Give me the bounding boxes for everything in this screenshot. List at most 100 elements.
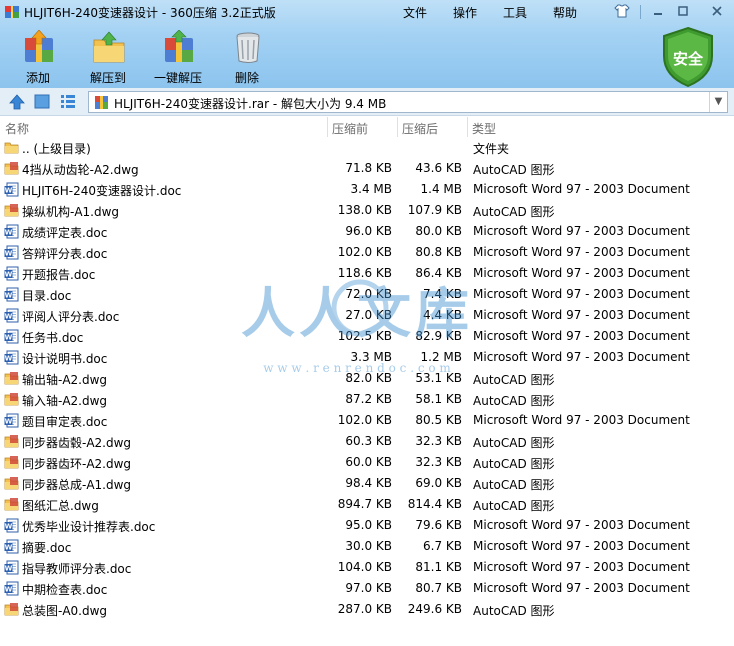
file-row[interactable]: W HLJIT6H-240变速器设计.doc 3.4 MB 1.4 MB Microso…: [0, 179, 734, 200]
file-row[interactable]: W 指导教师评分表.doc 104.0 KB 81.1 KB Microsoft Wor…: [0, 557, 734, 578]
menu-operations[interactable]: 操作: [453, 4, 477, 21]
column-header-original-size[interactable]: 压缩前: [332, 120, 368, 137]
file-row[interactable]: W 目录.doc 72.0 KB 7.4 KB Microsoft Word 97 - …: [0, 284, 734, 305]
svg-text:W: W: [5, 523, 13, 531]
file-row[interactable]: W 设计说明书.doc 3.3 MB 1.2 MB Microsoft Word 97 …: [0, 347, 734, 368]
file-type: AutoCAD 图形: [473, 478, 555, 492]
autocad-file-icon: [4, 497, 19, 512]
file-row[interactable]: W 中期检查表.doc 97.0 KB 80.7 KB Microsoft Word 9…: [0, 578, 734, 599]
file-type: 文件夹: [473, 142, 510, 156]
autocad-file-icon: [4, 392, 19, 407]
file-compressed-size: 82.9 KB: [415, 329, 462, 343]
file-row[interactable]: 4挡从动齿轮-A2.dwg 71.8 KB 43.6 KB AutoCAD 图形: [0, 158, 734, 179]
file-row[interactable]: 操纵机构-A1.dwg 138.0 KB 107.9 KB AutoCAD 图形: [0, 200, 734, 221]
file-row[interactable]: 输出轴-A2.dwg 82.0 KB 53.1 KB AutoCAD 图形: [0, 368, 734, 389]
column-header-type[interactable]: 类型: [472, 120, 496, 137]
skin-shirt-icon[interactable]: [611, 2, 633, 20]
word-document-icon: W: [4, 329, 19, 344]
file-compressed-size: 4.4 KB: [423, 308, 462, 322]
file-compressed-size: 79.6 KB: [415, 518, 462, 532]
file-row[interactable]: 输入轴-A2.dwg 87.2 KB 58.1 KB AutoCAD 图形: [0, 389, 734, 410]
file-type: AutoCAD 图形: [473, 604, 555, 618]
file-compressed-size: 86.4 KB: [415, 266, 462, 280]
file-compressed-size: 32.3 KB: [415, 434, 462, 448]
file-row[interactable]: 同步器齿环-A2.dwg 60.0 KB 32.3 KB AutoCAD 图形: [0, 452, 734, 473]
file-type: AutoCAD 图形: [473, 163, 555, 177]
file-row[interactable]: W 题目审定表.doc 102.0 KB 80.5 KB Microsoft Word …: [0, 410, 734, 431]
file-name: 同步器齿毂-A2.dwg: [22, 436, 132, 450]
archive-file-icon: [95, 96, 108, 109]
column-divider[interactable]: [327, 117, 328, 137]
column-header-name[interactable]: 名称: [5, 120, 29, 137]
file-compressed-size: 814.4 KB: [407, 497, 462, 511]
extract-to-button-label: 解压到: [89, 71, 126, 85]
file-name: 题目审定表.doc: [22, 415, 108, 429]
file-name: 同步器齿环-A2.dwg: [22, 457, 132, 471]
file-name: 指导教师评分表.doc: [22, 562, 132, 576]
delete-button[interactable]: 删除: [212, 30, 282, 86]
column-divider[interactable]: [467, 117, 468, 137]
address-bar-row: HLJIT6H-240变速器设计.rar - 解包大小为 9.4 MB ▼: [0, 88, 734, 116]
file-row[interactable]: 同步器总成-A1.dwg 98.4 KB 69.0 KB AutoCAD 图形: [0, 473, 734, 494]
detail-list-view-icon[interactable]: [60, 94, 76, 109]
file-type: AutoCAD 图形: [473, 436, 555, 450]
file-compressed-size: 53.1 KB: [415, 371, 462, 385]
extract-folder-icon: [93, 31, 125, 63]
extract-to-button[interactable]: 解压到: [73, 30, 143, 86]
word-document-icon: W: [4, 182, 19, 197]
file-name: 摘要.doc: [22, 541, 72, 555]
column-header-compressed-size[interactable]: 压缩后: [402, 120, 438, 137]
svg-text:W: W: [5, 544, 13, 552]
file-type: Microsoft Word 97 - 2003 Document: [473, 224, 690, 238]
file-row[interactable]: W 优秀毕业设计推荐表.doc 95.0 KB 79.6 KB Microsoft Wo…: [0, 515, 734, 536]
menu-tools[interactable]: 工具: [503, 4, 527, 21]
file-row[interactable]: W 成绩评定表.doc 96.0 KB 80.0 KB Microsoft Word 9…: [0, 221, 734, 242]
path-dropdown-chevron-icon[interactable]: ▼: [709, 92, 727, 112]
close-button[interactable]: [706, 2, 728, 20]
file-row[interactable]: W 开题报告.doc 118.6 KB 86.4 KB Microsoft Word 9…: [0, 263, 734, 284]
menu-help[interactable]: 帮助: [553, 4, 577, 21]
file-compressed-size: 1.2 MB: [420, 350, 462, 364]
file-list-header: 名称 压缩前 压缩后 类型: [0, 117, 734, 137]
menu-file[interactable]: 文件: [403, 4, 427, 21]
file-name: 目录.doc: [22, 289, 72, 303]
archive-path-text: HLJIT6H-240变速器设计.rar - 解包大小为 9.4 MB: [114, 97, 387, 111]
file-name: 4挡从动齿轮-A2.dwg: [22, 163, 139, 177]
file-row[interactable]: W 任务书.doc 102.5 KB 82.9 KB Microsoft Word 97…: [0, 326, 734, 347]
column-divider[interactable]: [397, 117, 398, 137]
file-row[interactable]: .. (上级目录) 文件夹: [0, 137, 734, 158]
add-button[interactable]: 添加: [3, 30, 73, 86]
file-row[interactable]: 同步器齿毂-A2.dwg 60.3 KB 32.3 KB AutoCAD 图形: [0, 431, 734, 452]
large-icon-view-icon[interactable]: [34, 94, 50, 109]
security-shield-badge[interactable]: 安全: [660, 26, 716, 88]
delete-button-label: 删除: [234, 71, 259, 85]
file-type: Microsoft Word 97 - 2003 Document: [473, 329, 690, 343]
up-arrow-icon[interactable]: [8, 93, 26, 111]
file-compressed-size: 80.5 KB: [415, 413, 462, 427]
minimize-button[interactable]: [647, 2, 669, 20]
file-compressed-size: 69.0 KB: [415, 476, 462, 490]
file-name: 评阅人评分表.doc: [22, 310, 120, 324]
autocad-file-icon: [4, 455, 19, 470]
maximize-button[interactable]: [672, 2, 694, 20]
file-row[interactable]: 图纸汇总.dwg 894.7 KB 814.4 KB AutoCAD 图形: [0, 494, 734, 515]
archive-path-field[interactable]: HLJIT6H-240变速器设计.rar - 解包大小为 9.4 MB ▼: [88, 91, 728, 113]
titlebar-divider: [640, 5, 641, 19]
file-name: 优秀毕业设计推荐表.doc: [22, 520, 156, 534]
file-name: 成绩评定表.doc: [22, 226, 108, 240]
file-row[interactable]: 总装图-A0.dwg 287.0 KB 249.6 KB AutoCAD 图形: [0, 599, 734, 620]
file-row[interactable]: W 摘要.doc 30.0 KB 6.7 KB Microsoft Word 97 - …: [0, 536, 734, 557]
one-click-extract-button[interactable]: 一键解压: [143, 30, 213, 86]
file-row[interactable]: W 答辩评分表.doc 102.0 KB 80.8 KB Microsoft Word …: [0, 242, 734, 263]
word-document-icon: W: [4, 581, 19, 596]
file-compressed-size: 81.1 KB: [415, 560, 462, 574]
file-type: AutoCAD 图形: [473, 499, 555, 513]
file-compressed-size: 58.1 KB: [415, 392, 462, 406]
file-row[interactable]: W 评阅人评分表.doc 27.0 KB 4.4 KB Microsoft Word 9…: [0, 305, 734, 326]
svg-text:W: W: [5, 334, 13, 342]
svg-text:W: W: [5, 586, 13, 594]
file-name: 输入轴-A2.dwg: [22, 394, 108, 408]
file-type: Microsoft Word 97 - 2003 Document: [473, 350, 690, 364]
file-name: 输出轴-A2.dwg: [22, 373, 108, 387]
file-name: 操纵机构-A1.dwg: [22, 205, 120, 219]
